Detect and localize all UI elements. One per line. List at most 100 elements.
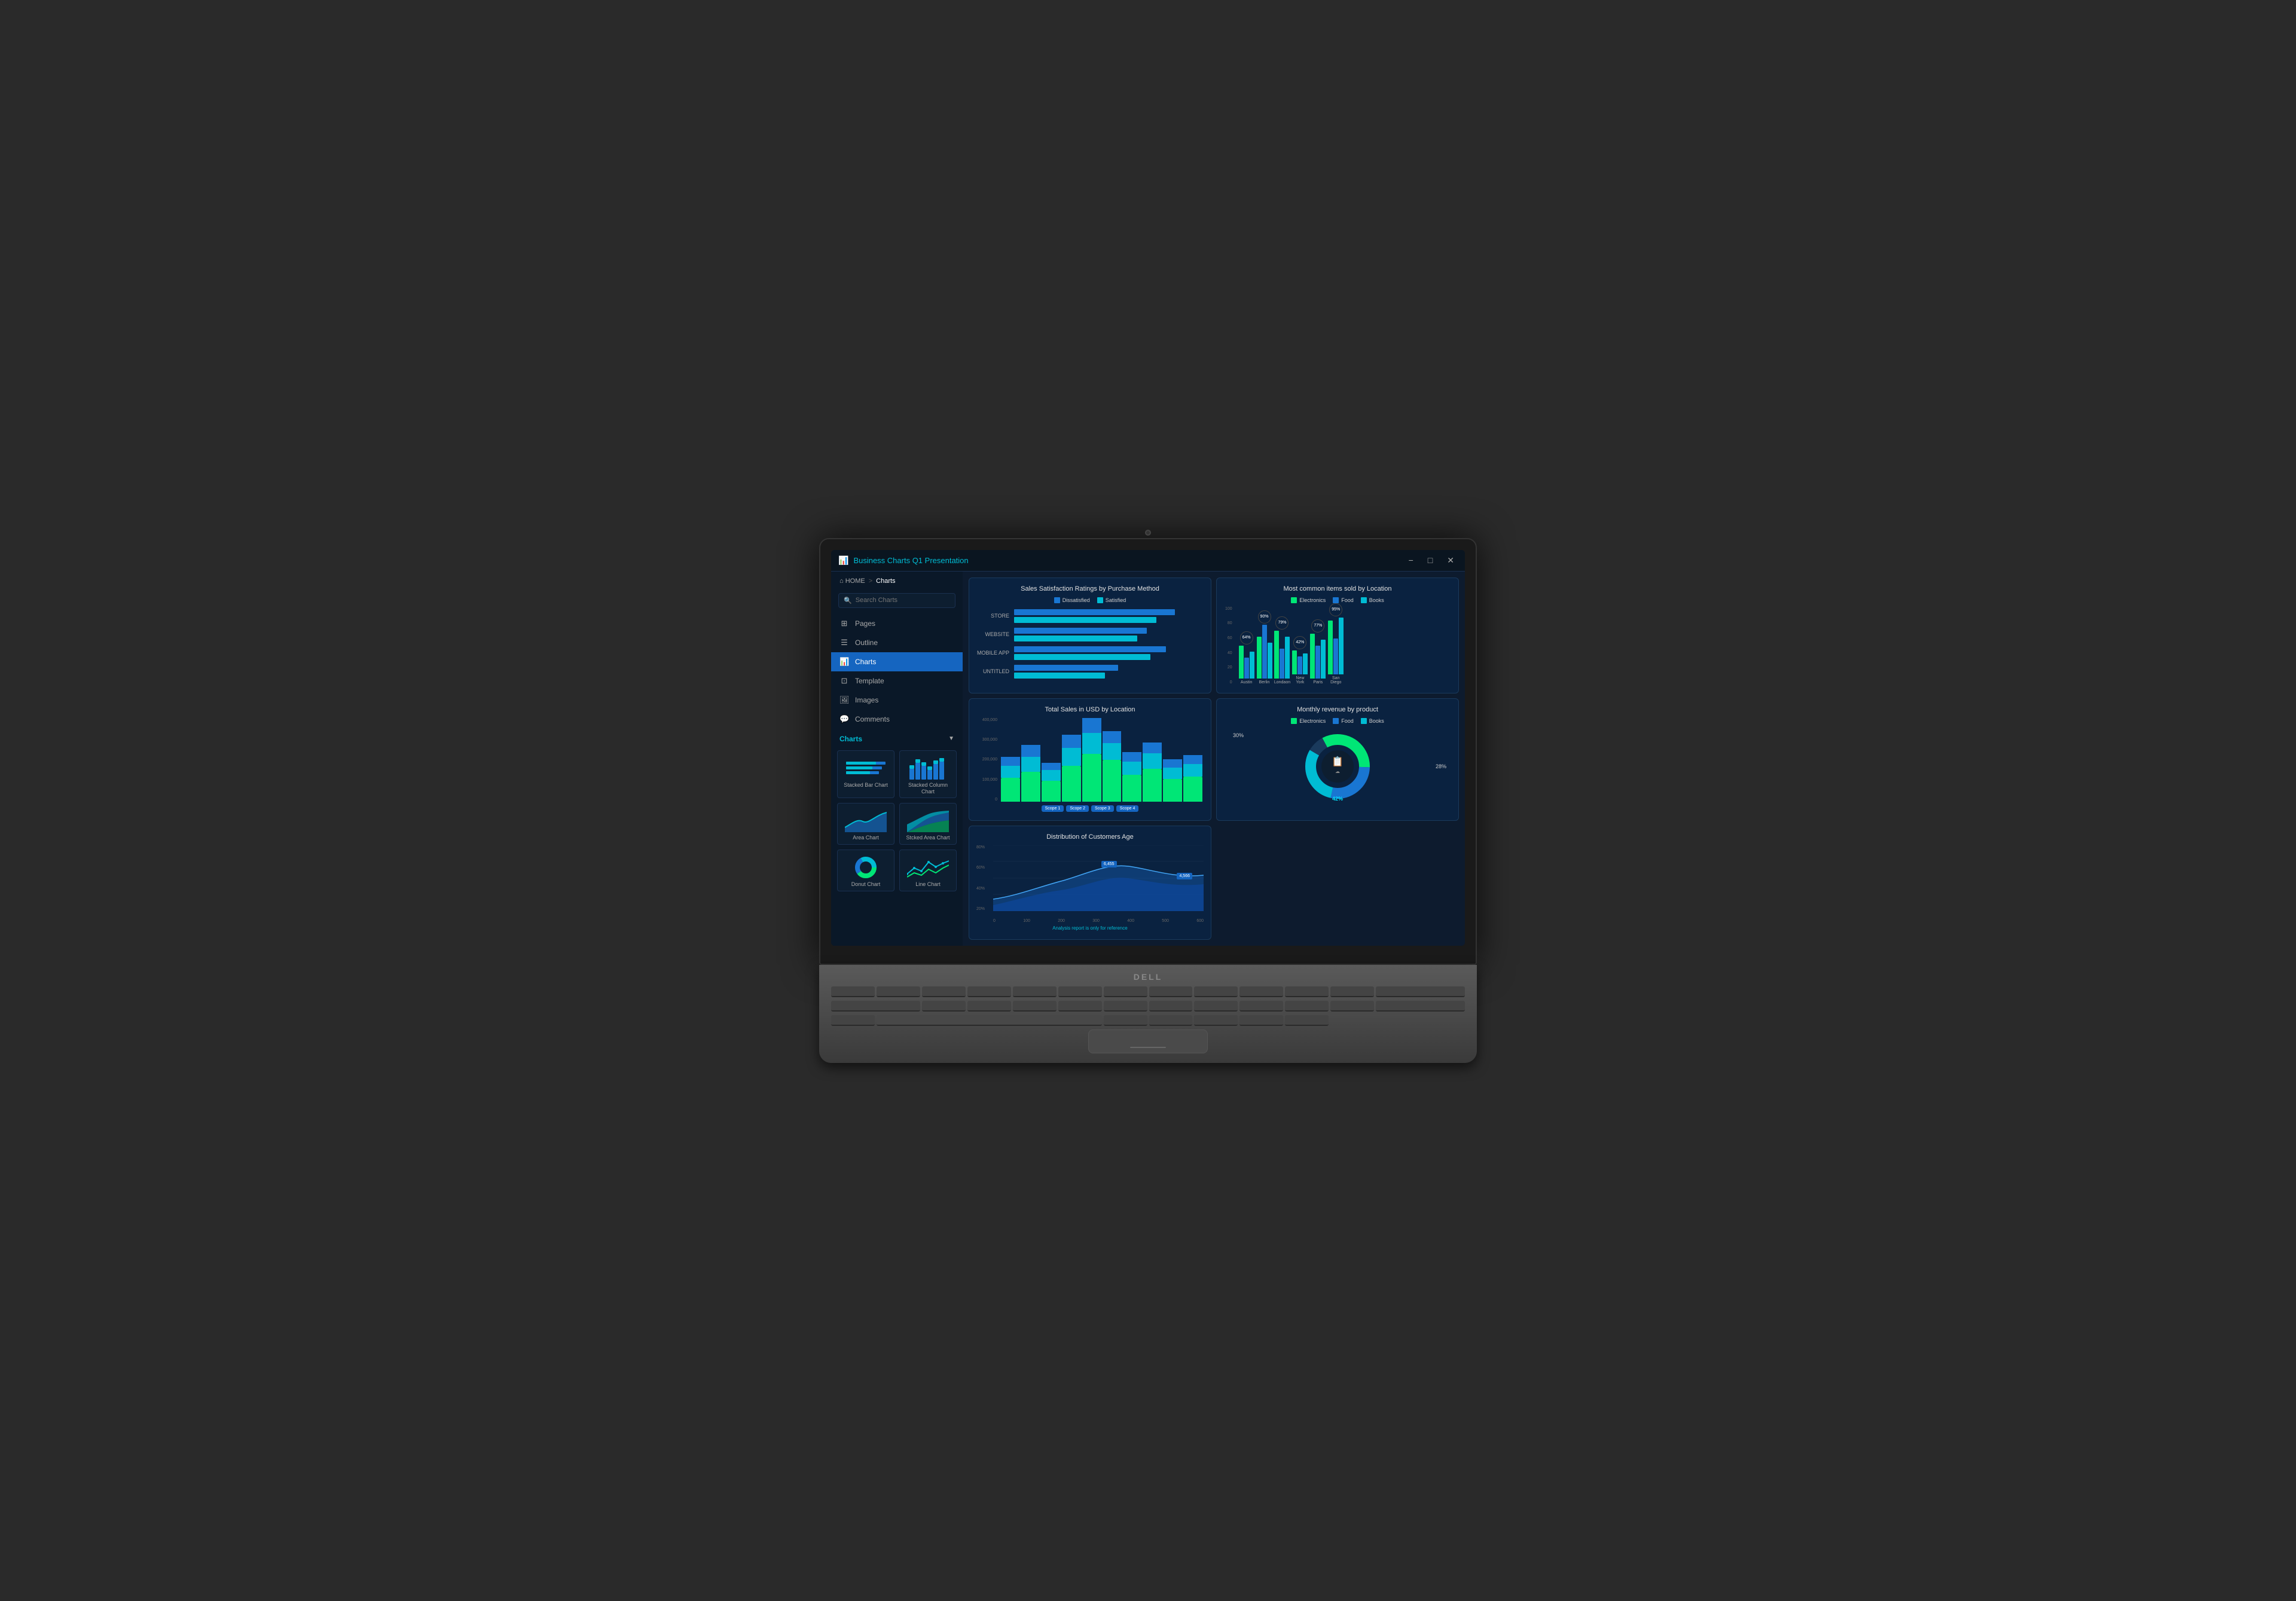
sidebar-item-charts[interactable]: 📊 Charts: [831, 652, 963, 671]
age-note: Analysis report is only for reference: [976, 925, 1204, 931]
pct-austin: 64%: [1240, 631, 1253, 644]
key: [1149, 1015, 1193, 1026]
bar-row-store: STORE: [976, 609, 1204, 623]
sidebar-item-comments[interactable]: 💬 Comments: [831, 710, 963, 729]
bar-row-untitled: UNTITLED: [976, 665, 1204, 679]
trackpad[interactable]: [1088, 1029, 1208, 1053]
bar-label-store: STORE: [976, 613, 1009, 619]
template-icon: ⊡: [839, 676, 849, 686]
outline-icon: ☰: [839, 638, 849, 647]
donut-label: Donut Chart: [851, 881, 881, 888]
dell-logo: DELL: [831, 972, 1465, 982]
line-label: Line Chart: [915, 881, 941, 888]
legend-satisfied: Satisfied: [1097, 597, 1126, 603]
horizontal-bar-chart: STORE WEBSITE: [976, 607, 1204, 681]
key: [831, 1015, 875, 1026]
monthly-revenue-card: Monthly revenue by product Electronics F…: [1216, 698, 1459, 821]
key: [1104, 1015, 1147, 1026]
location-legend: Electronics Food Books: [1224, 597, 1451, 603]
maximize-button[interactable]: □: [1424, 554, 1436, 566]
key: [1239, 1001, 1283, 1012]
label-newyork: New York: [1292, 676, 1308, 685]
charts-section-header[interactable]: Charts ▼: [831, 729, 963, 747]
key: [922, 1001, 966, 1012]
key: [1194, 1001, 1238, 1012]
stacked-col-preview: [903, 756, 952, 780]
sales-satisfaction-card: Sales Satisfaction Ratings by Purchase M…: [969, 578, 1211, 693]
sidebar-item-pages[interactable]: ⊞ Pages: [831, 614, 963, 633]
search-box[interactable]: 🔍: [838, 593, 955, 608]
comments-icon: 💬: [839, 714, 849, 724]
donut-preview: [841, 855, 890, 879]
age-annotation-6455: 6,455: [1101, 861, 1117, 867]
thumb-area[interactable]: Area Chart: [837, 803, 894, 845]
thumb-stacked-area[interactable]: Stcked Area Chart: [899, 803, 957, 845]
scope-1-button[interactable]: Scope 1: [1042, 805, 1064, 812]
area-preview: [841, 808, 890, 832]
age-chart-svg: [993, 845, 1204, 911]
stacked-bar-label: Stacked Bar Chart: [844, 782, 888, 789]
pct-berlin: 90%: [1258, 610, 1271, 624]
label-berlin: Berlin: [1259, 680, 1270, 685]
key: [1330, 986, 1374, 997]
key-wide: [831, 1001, 920, 1012]
keyboard-keys-2: [831, 1001, 1465, 1012]
sidebar-item-images-label: Images: [855, 696, 878, 704]
scope-4-button[interactable]: Scope 4: [1116, 805, 1139, 812]
pages-icon: ⊞: [839, 619, 849, 628]
charts-icon: 📊: [839, 657, 849, 667]
sidebar: ⌂ HOME > Charts 🔍 ⊞ Pages: [831, 572, 963, 946]
sales-y-axis: 400,000 300,000 200,000 100,000 0: [976, 718, 997, 802]
main-layout: ⌂ HOME > Charts 🔍 ⊞ Pages: [831, 572, 1465, 946]
content-area: Sales Satisfaction Ratings by Purchase M…: [963, 572, 1465, 946]
legend-electronics-label: Electronics: [1299, 597, 1326, 603]
sidebar-item-template[interactable]: ⊡ Template: [831, 671, 963, 690]
key: [1285, 986, 1329, 997]
line-preview: [903, 855, 952, 879]
keyboard-keys-3: [831, 1015, 1465, 1026]
spacebar: [877, 1015, 1102, 1026]
location-london: 79% Londaon: [1274, 616, 1291, 685]
location-berlin: 90% Berlin: [1256, 610, 1273, 685]
charts-section-title: Charts: [839, 735, 862, 743]
bar-label-mobile: MOBILE APP: [976, 650, 1009, 656]
sidebar-item-pages-label: Pages: [855, 619, 875, 628]
scope-2-button[interactable]: Scope 2: [1066, 805, 1089, 812]
search-input[interactable]: [856, 597, 950, 604]
customer-age-title: Distribution of Customers Age: [976, 833, 1204, 841]
breadcrumb-home[interactable]: ⌂ HOME: [839, 578, 865, 585]
thumb-stacked-bar[interactable]: Stacked Bar Chart: [837, 750, 894, 799]
key: [1149, 986, 1193, 997]
key: [1330, 1001, 1374, 1012]
location-newyork: 42% New York: [1292, 636, 1308, 685]
sidebar-item-images[interactable]: 🖼 Images: [831, 690, 963, 710]
key: [1058, 986, 1102, 997]
location-title: Most common items sold by Location: [1224, 585, 1451, 592]
key: [831, 986, 875, 997]
chevron-down-icon: ▼: [948, 735, 954, 742]
legend-books-label: Books: [1369, 597, 1384, 603]
thumb-stacked-col[interactable]: Stacked Column Chart: [899, 750, 957, 799]
minimize-button[interactable]: −: [1405, 554, 1417, 566]
legend-rev-electronics: Electronics: [1291, 718, 1326, 724]
window-controls: − □ ✕: [1405, 554, 1458, 567]
trackpad-line: [1130, 1047, 1166, 1048]
age-annotation-4566: 4,566: [1177, 873, 1192, 879]
key-wide: [1376, 1001, 1465, 1012]
scope-3-button[interactable]: Scope 3: [1091, 805, 1114, 812]
key: [1013, 1001, 1057, 1012]
sidebar-item-outline[interactable]: ☰ Outline: [831, 633, 963, 652]
key: [1194, 986, 1238, 997]
legend-rev-books-label: Books: [1369, 718, 1384, 724]
legend-books: Books: [1361, 597, 1384, 603]
thumb-line[interactable]: Line Chart: [899, 850, 957, 891]
key: [1239, 1015, 1283, 1026]
bar-row-mobile: MOBILE APP: [976, 646, 1204, 660]
stacked-bar-preview: [841, 756, 890, 780]
label-austin: Austin: [1241, 680, 1252, 685]
scope-buttons: Scope 1 Scope 2 Scope 3 Scope 4: [976, 805, 1204, 812]
close-button[interactable]: ✕: [1443, 554, 1458, 567]
thumb-donut[interactable]: Donut Chart: [837, 850, 894, 891]
stacked-area-label: Stcked Area Chart: [906, 835, 949, 841]
location-sales-card: Most common items sold by Location Elect…: [1216, 578, 1459, 693]
